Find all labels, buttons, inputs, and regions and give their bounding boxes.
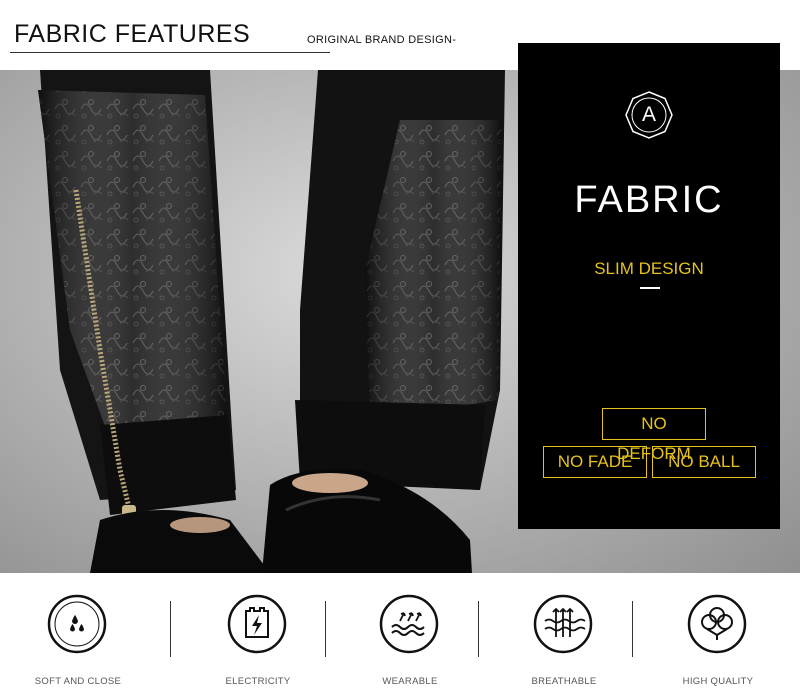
feature-label: SOFT AND CLOSE [34,676,122,687]
fabric-heading: FABRIC [574,179,724,221]
feature-label: HIGH QUALITY [682,676,754,687]
slim-design-label: SLIM DESIGN [594,259,704,278]
page-title: FABRIC FEATURES [14,20,251,48]
divider [170,601,171,657]
tag-no-fade: NO FADE [543,446,647,478]
badge-letter: A [641,103,656,126]
tag-no-deform: NO DEFORM [602,408,706,463]
feature-soft-and-close: SOFT AND CLOSE [0,573,160,692]
feature-label: ELECTRICITY [225,676,291,687]
title-underline [10,52,330,53]
airflow-icon [533,594,593,654]
feature-breathable: BREATHABLE [486,573,646,692]
fabric-panel: A FABRIC SLIM DESIGN NO DEFORM NO FADE N… [518,43,780,529]
water-drops-icon [47,594,107,654]
feature-label: BREATHABLE [531,676,597,687]
cotton-icon [687,594,747,654]
feature-high-quality: HIGH QUALITY [640,573,800,692]
lightning-shield-icon [227,594,287,654]
feature-electricity: ELECTRICITY [180,573,340,692]
waves-arrows-icon [379,594,439,654]
feature-label: WEARABLE [382,676,438,687]
feature-wearable: WEARABLE [332,573,492,692]
feature-icons-row: SOFT AND CLOSE ELECTRICITY WEARABLE BREA… [0,573,800,692]
divider [632,601,633,657]
tag-no-ball: NO BALL [652,446,756,478]
divider [478,601,479,657]
divider-dash [640,287,660,289]
page-subtitle: ORIGINAL BRAND DESIGN- [307,34,457,46]
divider [325,601,326,657]
